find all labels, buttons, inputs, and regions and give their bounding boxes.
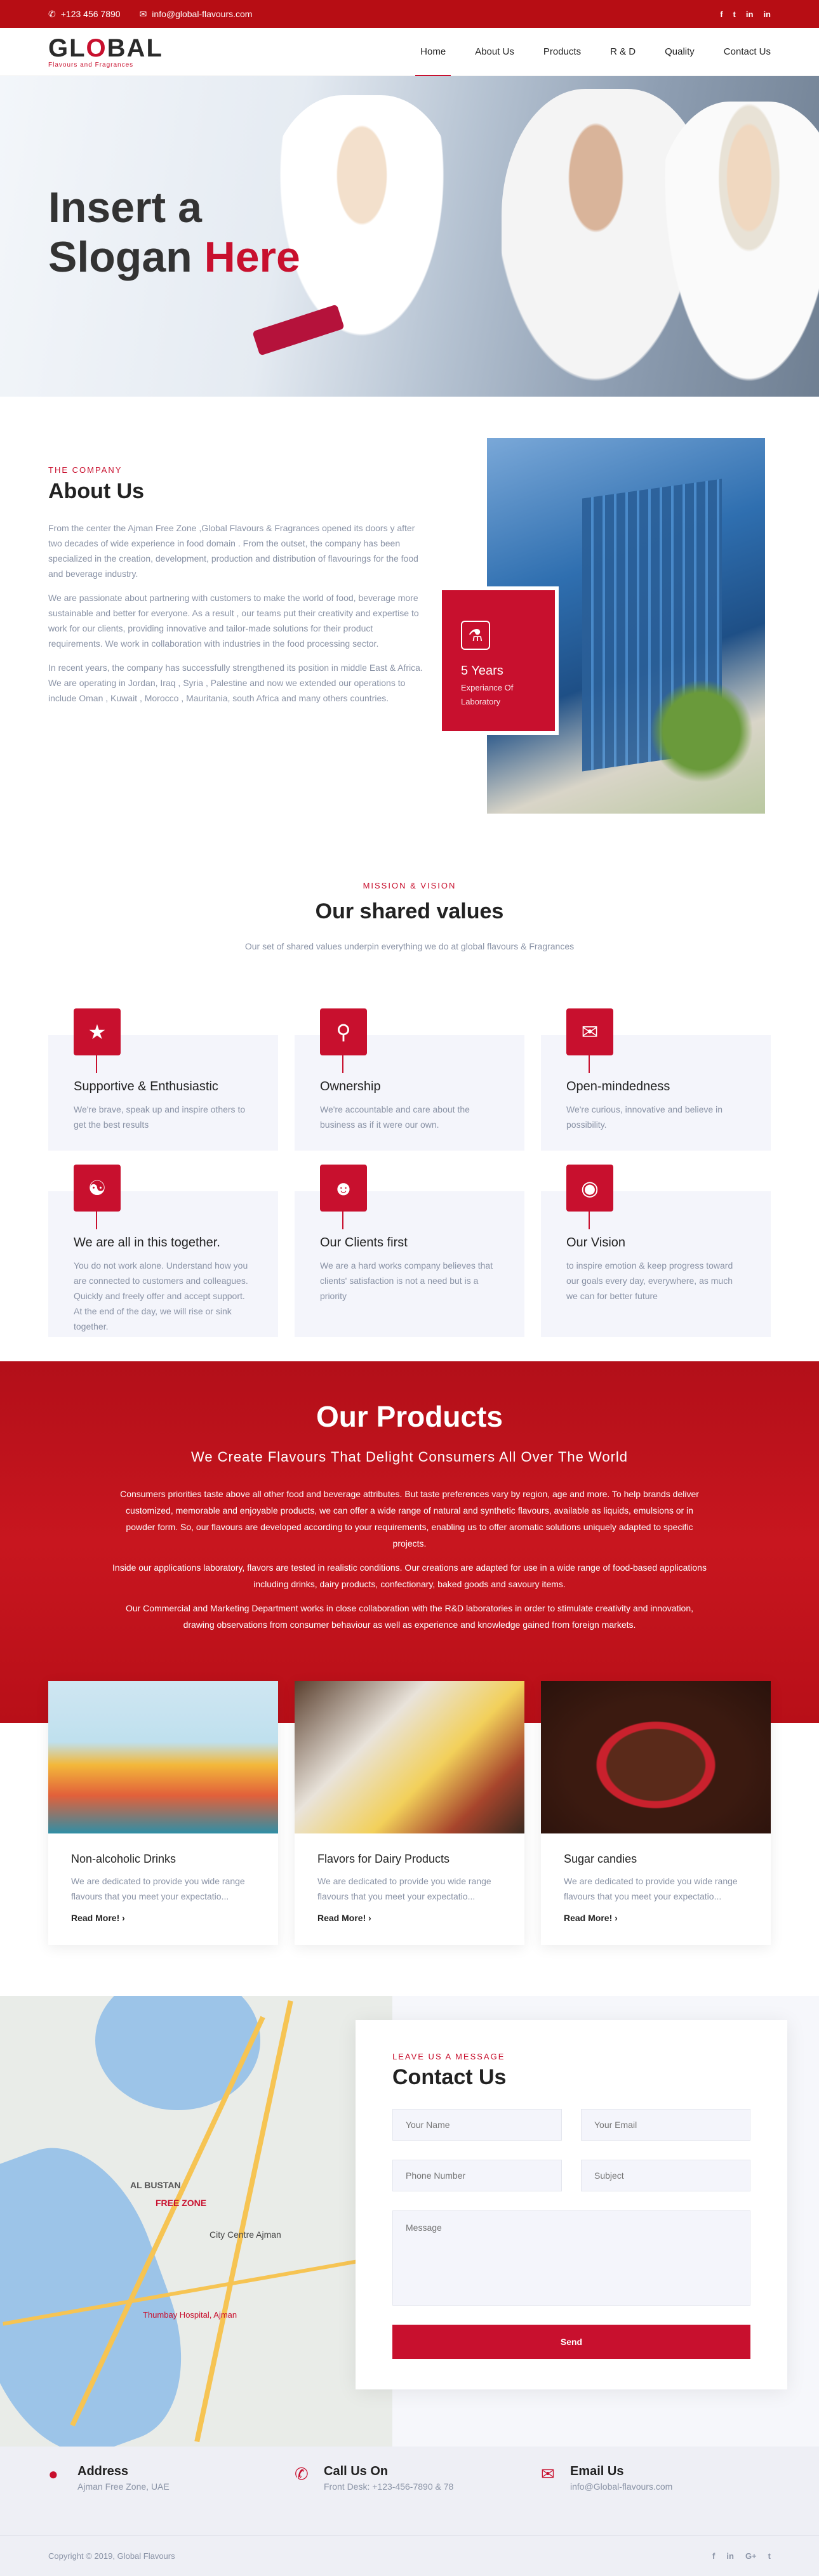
- copyright-text: Copyright © 2019, Global Flavours: [48, 2551, 175, 2561]
- subject-field[interactable]: [581, 2160, 750, 2191]
- map-label: FREE ZONE: [156, 2198, 207, 2208]
- email-field[interactable]: [581, 2109, 750, 2141]
- eye-icon: ◉: [566, 1165, 613, 1212]
- value-card: ☯ We are all in this together. You do no…: [48, 1165, 278, 1337]
- section-kicker: MISSION & VISION: [363, 881, 456, 890]
- section-kicker: THE COMPANY: [48, 465, 123, 475]
- product-card[interactable]: Sugar candies We are dedicated to provid…: [541, 1681, 771, 1945]
- value-card: ✉ Open-mindedness We're curious, innovat…: [541, 1008, 771, 1151]
- section-title: About Us: [48, 479, 145, 503]
- send-button[interactable]: Send: [392, 2325, 750, 2359]
- nav-item-rnd[interactable]: R & D: [610, 28, 636, 76]
- nav-item-home[interactable]: Home: [415, 28, 451, 77]
- logo-globe-icon: O: [86, 34, 107, 62]
- phone-icon: ✆: [48, 8, 56, 19]
- section-kicker: LEAVE US A MESSAGE: [392, 2052, 505, 2061]
- address-block: ● Address Ajman Free Zone, UAE: [48, 2464, 170, 2492]
- facebook-icon[interactable]: f: [720, 10, 722, 19]
- envelope-icon: ✉: [541, 2464, 555, 2483]
- hero-banner: Insert a Slogan Here: [0, 76, 819, 397]
- linkedin-icon[interactable]: in: [726, 2551, 734, 2561]
- logo-tagline: Flavours and Fragrances: [48, 61, 134, 69]
- value-card: ★ Supportive & Enthusiastic We're brave,…: [48, 1008, 278, 1151]
- products-section: Our Products We Create Flavours That Del…: [0, 1361, 819, 1996]
- instagram-icon[interactable]: in: [746, 10, 754, 19]
- name-field[interactable]: [392, 2109, 562, 2141]
- email-block: ✉ Email Us info@Global-flavours.com: [541, 2464, 673, 2492]
- section-title: Our shared values: [315, 899, 504, 923]
- chat-icon: ✉: [566, 1008, 613, 1055]
- google-plus-icon[interactable]: G+: [745, 2551, 757, 2561]
- section-subtitle: We Create Flavours That Delight Consumer…: [190, 1449, 629, 1465]
- chevron-right-icon: ›: [122, 1913, 125, 1923]
- product-card[interactable]: Non-alcoholic Drinks We are dedicated to…: [48, 1681, 278, 1945]
- nav-item-about[interactable]: About Us: [475, 28, 514, 76]
- map-label: AL BUSTAN: [130, 2180, 181, 2190]
- location-map[interactable]: AL BUSTAN FREE ZONE City Centre Ajman Th…: [0, 1996, 392, 2447]
- about-text: From the center the Ajman Free Zone ,Glo…: [48, 523, 423, 703]
- phone-icon: ✆: [295, 2464, 309, 2483]
- map-label: City Centre Ajman: [210, 2229, 281, 2240]
- top-bar: ✆ +123 456 7890 ✉ info@global-flavours.c…: [0, 0, 819, 28]
- map-label: Thumbay Hospital, Ajman: [143, 2310, 237, 2320]
- message-field[interactable]: [392, 2210, 750, 2306]
- supportive-icon: ★: [74, 1008, 121, 1055]
- read-more-link[interactable]: Read More! ›: [317, 1913, 502, 1923]
- twitter-icon[interactable]: t: [733, 10, 736, 19]
- experience-badge: ⚗ 5 Years Experiance Of Laboratory: [442, 590, 555, 731]
- contact-section: AL BUSTAN FREE ZONE City Centre Ajman Th…: [0, 1996, 819, 2447]
- candies-image: [541, 1681, 771, 1833]
- facebook-icon[interactable]: f: [712, 2551, 715, 2561]
- contact-form: LEAVE US A MESSAGE Contact Us Send: [356, 2020, 787, 2389]
- copyright-bar: Copyright © 2019, Global Flavours f in G…: [0, 2535, 819, 2576]
- linkedin-icon[interactable]: in: [763, 10, 771, 19]
- values-section: MISSION & VISION Our shared values Our s…: [0, 841, 819, 1361]
- main-nav: GLOBAL Flavours and Fragrances Home Abou…: [0, 28, 819, 77]
- location-pin-icon: ●: [48, 2464, 58, 2483]
- nav-item-quality[interactable]: Quality: [665, 28, 695, 76]
- hero-slogan: Insert a Slogan Here: [48, 183, 300, 281]
- section-title: Contact Us: [392, 2065, 507, 2089]
- value-card: ☻ Our Clients first We are a hard works …: [295, 1165, 524, 1337]
- twitter-icon[interactable]: t: [768, 2551, 771, 2561]
- nav-menu: Home About Us Products R & D Quality Con…: [415, 28, 771, 77]
- dairy-image: [295, 1681, 524, 1833]
- value-card: ⚲ Ownership We're accountable and care a…: [295, 1008, 524, 1151]
- footer-info: ● Address Ajman Free Zone, UAE ✆ Call Us …: [0, 2447, 819, 2535]
- phone-contact[interactable]: ✆ +123 456 7890: [48, 9, 121, 20]
- logo[interactable]: GLOBAL Flavours and Fragrances: [48, 36, 163, 69]
- chevron-right-icon: ›: [368, 1913, 371, 1923]
- phone-block: ✆ Call Us On Front Desk: +123-456-7890 & …: [295, 2464, 454, 2492]
- handshake-icon: ☯: [74, 1165, 121, 1212]
- product-card[interactable]: Flavors for Dairy Products We are dedica…: [295, 1681, 524, 1945]
- section-title: Our Products: [316, 1400, 503, 1433]
- read-more-link[interactable]: Read More! ›: [564, 1913, 748, 1923]
- products-text: Consumers priorities taste above all oth…: [112, 1489, 707, 1630]
- key-icon: ⚲: [320, 1008, 367, 1055]
- email-contact[interactable]: ✉ info@global-flavours.com: [140, 9, 253, 20]
- value-card: ◉ Our Vision to inspire emotion & keep p…: [541, 1165, 771, 1337]
- nav-item-contact[interactable]: Contact Us: [724, 28, 771, 76]
- section-subtitle: Our set of shared values underpin everyt…: [244, 941, 575, 951]
- phone-field[interactable]: [392, 2160, 562, 2191]
- read-more-link[interactable]: Read More! ›: [71, 1913, 255, 1923]
- nav-item-products[interactable]: Products: [543, 28, 581, 76]
- drinks-image: [48, 1681, 278, 1833]
- user-icon: ☻: [320, 1165, 367, 1212]
- envelope-icon: ✉: [139, 8, 147, 19]
- chevron-right-icon: ›: [615, 1913, 618, 1923]
- about-section: THE COMPANY About Us From the center the…: [0, 397, 819, 841]
- lab-icon: ⚗: [461, 621, 490, 650]
